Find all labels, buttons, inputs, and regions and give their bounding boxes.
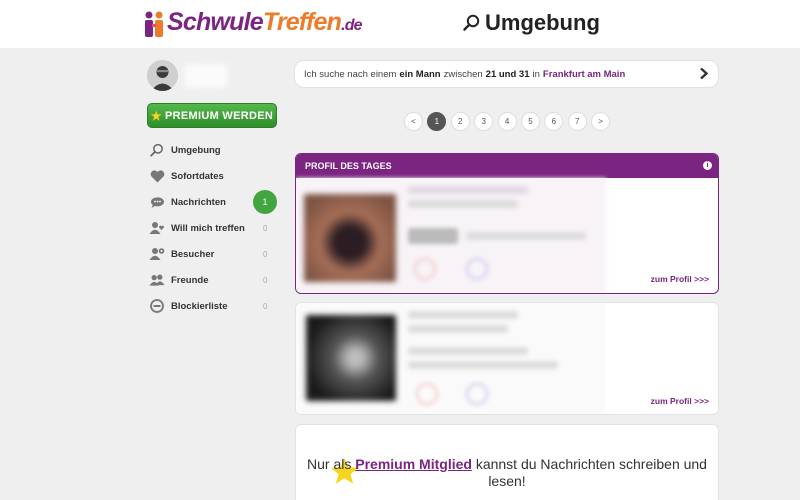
sidebar-item-umgebung[interactable]: Umgebung	[149, 137, 279, 163]
page-button-6[interactable]: 6	[544, 112, 564, 131]
star-icon: ★	[150, 108, 162, 123]
premium-member-link[interactable]: Premium Mitglied	[355, 456, 472, 472]
sidebar-menu: Umgebung Sofortdates Nachrichten Will mi…	[149, 137, 279, 319]
profile-link[interactable]: zum Profil >>>	[651, 274, 709, 284]
sidebar-item-sofortdates[interactable]: Sofortdates	[149, 163, 279, 189]
profile-photo-blurred[interactable]	[306, 315, 396, 401]
search-icon	[149, 142, 165, 158]
search-icon	[463, 14, 480, 31]
pagination: < 1 2 3 4 5 6 7 >	[404, 112, 615, 131]
page-button-5[interactable]: 5	[520, 112, 540, 131]
chevron-right-icon[interactable]	[699, 67, 709, 80]
blurred-text-line	[408, 228, 458, 244]
username-blurred	[184, 64, 228, 88]
avatar[interactable]	[147, 60, 178, 91]
site-logo[interactable]: SchwuleTreffen.de	[143, 8, 363, 40]
page-button-1[interactable]: 1	[427, 112, 447, 131]
blurred-text-line	[408, 347, 528, 355]
friends-icon	[149, 272, 165, 288]
profile-of-day-header: PROFIL DES TAGES i	[296, 154, 718, 178]
blurred-action-icon[interactable]	[466, 258, 488, 280]
sidebar-item-blockierliste[interactable]: Blockierliste 0	[149, 293, 279, 319]
page-title: Umgebung	[463, 10, 600, 36]
search-criteria-bar[interactable]: Ich suche nach einem ein Mann zwischen 2…	[295, 61, 718, 87]
blurred-text-line	[408, 325, 508, 333]
page-prev-button[interactable]: <	[404, 112, 423, 131]
sidebar-item-besucher[interactable]: Besucher 0	[149, 241, 279, 267]
profile-link[interactable]: zum Profil >>>	[651, 396, 709, 406]
page-button-2[interactable]: 2	[450, 112, 470, 131]
logo-text: SchwuleTreffen.de	[167, 8, 363, 36]
top-header: SchwuleTreffen.de Umgebung	[0, 0, 800, 48]
blurred-text-line	[408, 361, 558, 369]
premium-button[interactable]: ★ PREMIUM WERDEN	[147, 103, 277, 128]
blurred-text-line	[408, 186, 528, 194]
messages-count-badge[interactable]: 1	[253, 190, 277, 214]
blurred-text-line	[408, 200, 518, 208]
page-button-3[interactable]: 3	[474, 112, 494, 131]
profile-card: zum Profil >>>	[295, 302, 719, 415]
sidebar-item-will-mich-treffen[interactable]: Will mich treffen 0	[149, 215, 279, 241]
logo-people-icon	[145, 11, 163, 37]
premium-notice: Nur als Premium Mitglied kannst du Nachr…	[307, 456, 707, 489]
profile-photo-blurred[interactable]	[304, 194, 396, 282]
chat-icon	[149, 194, 165, 210]
page-button-7[interactable]: 7	[567, 112, 587, 131]
user-heart-icon	[149, 220, 165, 236]
heart-icon	[149, 168, 165, 184]
visitor-icon	[149, 246, 165, 262]
blurred-action-icon[interactable]	[466, 383, 488, 405]
page-button-4[interactable]: 4	[497, 112, 517, 131]
block-icon	[149, 298, 165, 314]
page-next-button[interactable]: >	[591, 112, 611, 131]
blurred-text-line	[408, 311, 518, 319]
profile-of-day-card: PROFIL DES TAGES i zum Profil >>>	[295, 153, 719, 294]
info-icon[interactable]: i	[703, 161, 712, 170]
user-avatar-icon	[147, 60, 178, 91]
blurred-text-line	[466, 232, 586, 240]
sidebar-item-freunde[interactable]: Freunde 0	[149, 267, 279, 293]
blurred-action-icon[interactable]	[416, 383, 438, 405]
blurred-action-icon[interactable]	[414, 258, 436, 280]
